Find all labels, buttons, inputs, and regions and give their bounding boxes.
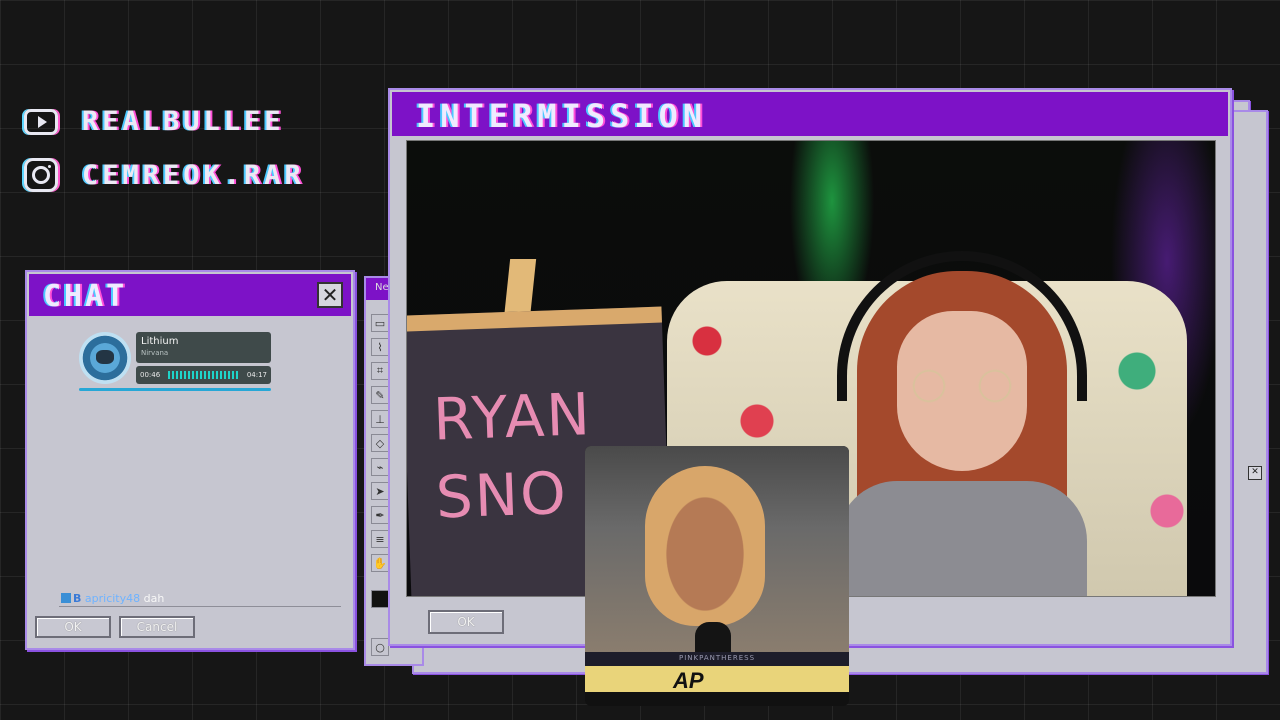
crop-tool-icon[interactable]: ⌗ <box>371 362 389 380</box>
chat-cancel-button[interactable]: Cancel <box>119 616 195 638</box>
brush-tool-icon[interactable]: ⌁ <box>371 458 389 476</box>
divider <box>59 606 341 607</box>
news-banner <box>585 666 849 692</box>
chat-titlebar: CHAT ✕ <box>29 274 351 316</box>
picture-in-picture-video: PINKPANTHERESS AP <box>585 446 849 706</box>
song-artist: Nirvana <box>141 349 169 357</box>
intermission-title: INTERMISSION <box>416 97 708 135</box>
elapsed-time: 00:46 <box>140 371 161 379</box>
chalkboard-text: RYAN SNO <box>432 375 596 536</box>
ap-logo: AP <box>673 668 704 693</box>
text-tool-icon[interactable]: ≡ <box>371 530 389 548</box>
video-scene <box>585 446 849 652</box>
playback-bar: 00:46 04:17 <box>136 366 271 384</box>
song-title: Lithium <box>141 336 179 347</box>
pencil-tool-icon[interactable]: ✎ <box>371 386 389 404</box>
intermission-ok-button[interactable]: OK <box>428 610 504 634</box>
microphone <box>695 622 731 652</box>
pen-tool-icon[interactable]: ✒ <box>371 506 389 524</box>
now-playing-widget: Lithium Nirvana 00:46 04:17 <box>79 332 271 392</box>
chat-message: B apricity48 dah <box>61 592 164 605</box>
color-swatch[interactable] <box>371 590 389 608</box>
interviewee <box>645 466 765 626</box>
playback-progress <box>79 388 271 391</box>
headset <box>837 251 1087 401</box>
lasso-tool-icon[interactable]: ⌇ <box>371 338 389 356</box>
select-tool-icon[interactable]: ▭ <box>371 314 389 332</box>
video-caption: PINKPANTHERESS <box>678 654 756 662</box>
paint-title: Ne <box>375 282 389 293</box>
youtube-handle-label: REALBULLEE <box>82 106 285 137</box>
instagram-handle: CEMREOK.RAR <box>24 158 305 192</box>
twitch-badge-icon <box>61 593 71 603</box>
album-art <box>79 332 131 384</box>
easel <box>503 259 537 319</box>
total-time: 04:17 <box>246 371 267 379</box>
eraser-tool-icon[interactable]: ◇ <box>371 434 389 452</box>
youtube-icon <box>24 108 58 135</box>
chat-ok-button[interactable]: OK <box>35 616 111 638</box>
youtube-handle: REALBULLEE <box>24 106 285 137</box>
intermission-titlebar: INTERMISSION <box>392 92 1228 136</box>
waveform <box>168 371 240 379</box>
close-icon[interactable]: ✕ <box>1248 466 1262 480</box>
pointer-tool-icon[interactable]: ➤ <box>371 482 389 500</box>
chat-badge-letter: B <box>73 592 82 605</box>
chalkboard-line-2: SNO <box>434 458 569 532</box>
track-info: Lithium Nirvana <box>136 332 271 363</box>
instagram-handle-label: CEMREOK.RAR <box>82 159 305 191</box>
chalkboard-line-1: RYAN <box>432 380 593 454</box>
chat-title: CHAT <box>43 279 128 314</box>
chat-text: dah <box>143 592 165 605</box>
zoom-tool-icon[interactable]: ○ <box>371 638 389 656</box>
stamp-tool-icon[interactable]: ⊥ <box>371 410 389 428</box>
streamer <box>837 251 1087 596</box>
hand-tool-icon[interactable]: ✋ <box>371 554 389 572</box>
chat-window: CHAT ✕ Lithium Nirvana 00:46 04:17 B apr… <box>25 270 355 650</box>
instagram-icon <box>24 158 58 192</box>
chat-username[interactable]: apricity48 <box>85 592 140 605</box>
streamer-body <box>837 481 1087 596</box>
close-icon[interactable]: ✕ <box>317 282 343 308</box>
